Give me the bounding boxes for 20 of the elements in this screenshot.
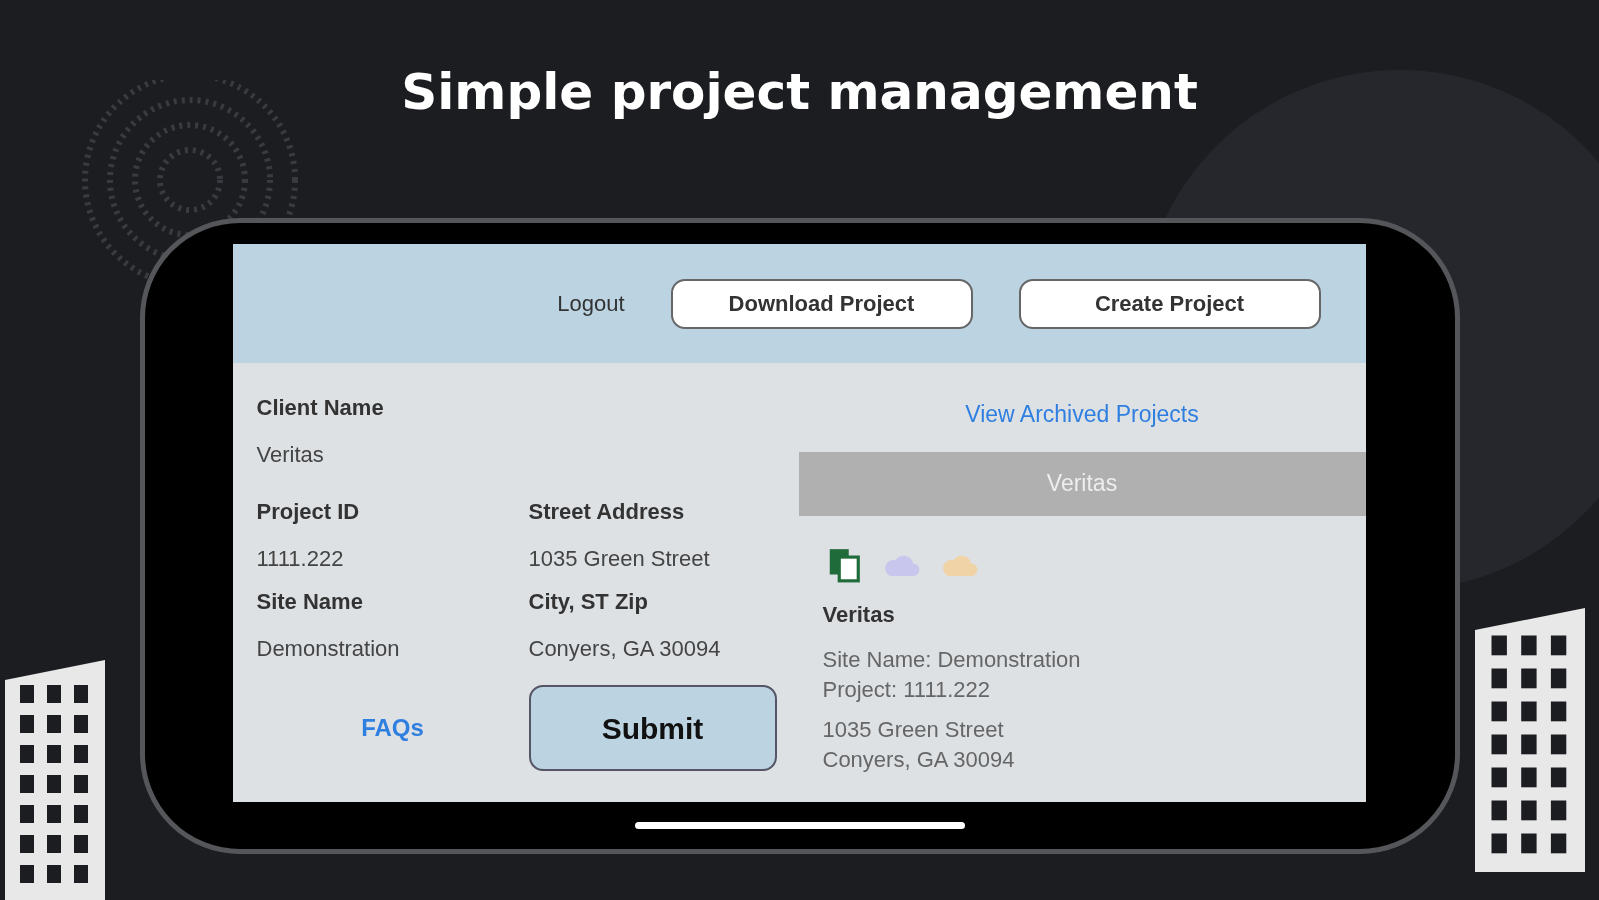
submit-button[interactable]: Submit (528, 685, 777, 771)
field-value: 1111.222 (256, 545, 345, 573)
project-title: Veritas (821, 600, 896, 629)
field-value: Veritas (256, 441, 325, 469)
headline: Simple project management (401, 62, 1198, 122)
field-label: Street Address (528, 498, 686, 526)
field-label: Project ID (256, 498, 361, 526)
logout-button[interactable]: Logout (557, 287, 625, 320)
address-line: 1035 Green Street (822, 715, 1005, 744)
address-line: Conyers, GA 30094 (822, 745, 1016, 774)
header-button[interactable]: Download Project (670, 278, 973, 329)
field-label: Site Name (256, 588, 364, 616)
field-value: Conyers, GA 30094 (528, 635, 722, 663)
detail-line: Site Name: Demonstration (822, 645, 1082, 674)
field-label: Client Name (256, 394, 385, 422)
header-button[interactable]: Create Project (1018, 278, 1321, 329)
field-value: 1035 Green Street (528, 545, 711, 573)
field-label: City, ST Zip (528, 588, 649, 616)
detail-line: Project: 1111.222 (822, 675, 992, 704)
field-value: Demonstration (256, 635, 401, 663)
